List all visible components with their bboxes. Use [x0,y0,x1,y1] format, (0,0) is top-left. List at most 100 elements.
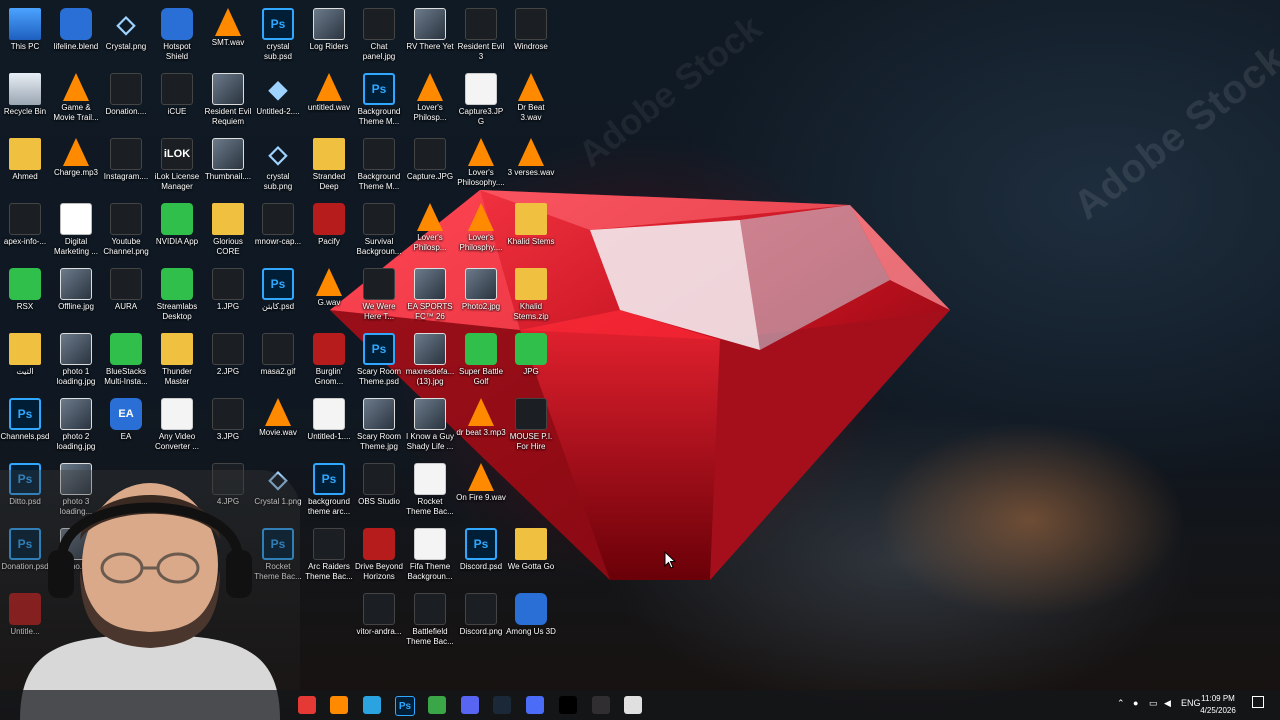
desktop-icon[interactable]: Drive Beyond Horizons [355,528,403,590]
desktop-icon[interactable]: Super Battle Golf [457,333,505,395]
desktop-icon[interactable]: RSX [1,268,49,330]
desktop-icon[interactable]: iLOK iLok License Manager [153,138,201,200]
desktop-icon[interactable]: Any Video Converter ... [153,398,201,460]
desktop-icon[interactable]: Khalid Stems.zip [507,268,555,330]
desktop-icon[interactable]: ◇ crystal sub.png [254,138,302,200]
desktop-icon[interactable]: Lover's Philosophy.... [457,138,505,200]
desktop-icon[interactable]: Discord.png [457,593,505,655]
system-clock[interactable]: 11:09 PM 4/25/2026 [1194,693,1242,717]
desktop-icon[interactable]: Dr Beat 3.wav [507,73,555,135]
desktop-icon[interactable]: We Were Here T... [355,268,403,330]
desktop-icon[interactable]: Instagram.... [102,138,150,200]
desktop-icon[interactable]: photo 1 loading.jpg [52,333,100,395]
desktop-icon[interactable]: Ps crystal sub.psd [254,8,302,70]
network-icon[interactable]: ▭ [1149,698,1158,709]
desktop-icon[interactable]: This PC [1,8,49,70]
desktop-icon[interactable]: On Fire 9.wav [456,463,506,525]
desktop-icon[interactable]: We Gotta Go [507,528,555,590]
desktop-icon[interactable]: Lover's Philosphy.... [457,203,505,265]
game-launcher-icon[interactable] [526,696,544,714]
show-hidden-icons-chevron-icon[interactable]: ⌃ [1117,698,1125,709]
desktop-icon[interactable]: MOUSE P.I. For Hire [507,398,555,460]
desktop-icon[interactable]: BlueStacks Multi-Insta... [102,333,150,395]
desktop-icon[interactable]: Stranded Deep [305,138,353,200]
desktop-icon[interactable]: Fifa Theme Backgroun... [406,528,454,590]
desktop-icon[interactable]: Thumbnail.... [204,138,252,200]
desktop-icon[interactable]: JPG [507,333,555,395]
desktop-icon[interactable]: apex-info-... [1,203,49,265]
desktop-icon[interactable]: Lover's Philosp... [406,73,454,135]
desktop-icon[interactable]: Capture3.JPG [457,73,505,135]
desktop-icon[interactable]: 3.JPG [204,398,252,460]
desktop-icon[interactable]: photo 2 loading.jpg [52,398,100,460]
desktop-icon[interactable]: Movie.wav [254,398,302,460]
desktop-icon[interactable]: Resident Evil Requiem [204,73,252,135]
telegram-icon[interactable] [363,696,381,714]
desktop-icon[interactable]: Log Riders [305,8,353,70]
desktop-icon[interactable]: Thunder Master [153,333,201,395]
vlc-icon[interactable] [330,696,348,714]
desktop-icon[interactable]: untitled.wav [305,73,353,135]
desktop-icon[interactable]: Ps Scary Room Theme.psd [355,333,403,395]
desktop-icon[interactable]: Resident Evil 3 [457,8,505,70]
desktop-icon[interactable]: 3 verses.wav [507,138,555,200]
desktop-icon[interactable]: Ps كابتن.psd [254,268,302,330]
desktop-icon[interactable]: Game & Movie Trail... [52,73,100,135]
desktop-icon[interactable]: vitor-andra... [355,593,403,655]
desktop-icon[interactable]: Photo2.jpg [457,268,505,330]
desktop-icon[interactable]: Arc Raiders Theme Bac... [305,528,353,590]
desktop-icon[interactable]: maxresdefa... (13).jpg [406,333,454,395]
desktop-icon[interactable]: Untitled-1.... [305,398,353,460]
desktop-icon[interactable]: RV There Yet [406,8,454,70]
capcut-icon[interactable] [559,696,577,714]
desktop-icon[interactable]: Windrose [507,8,555,70]
desktop-icon[interactable]: Ahmed [1,138,49,200]
desktop-icon[interactable]: ◇ Crystal.png [102,8,150,70]
desktop-icon[interactable]: Among Us 3D [506,593,556,655]
chrome-icon[interactable] [298,696,316,714]
green-app-icon[interactable] [428,696,446,714]
desktop-icon[interactable]: Digital Marketing ... [52,203,100,265]
desktop-icon[interactable]: Pacify [305,203,353,265]
photoshop-icon[interactable]: Ps [395,696,415,716]
desktop-icon[interactable]: Capture.JPG [406,138,454,200]
desktop-icon[interactable]: Battlefield Theme Bac... [406,593,454,655]
desktop-icon[interactable]: NVIDIA App [153,203,201,265]
desktop-icon[interactable]: Burglin' Gnom... [305,333,353,395]
desktop-icon[interactable]: Ps Background Theme M... [355,73,403,135]
desktop-icon[interactable]: Streamlabs Desktop [153,268,201,330]
desktop-icon[interactable]: Ps background theme arc... [305,463,353,525]
desktop-icon[interactable]: Hotspot Shield [153,8,201,70]
desktop-icon[interactable]: Rocket Theme Bac... [406,463,454,525]
desktop-icon[interactable]: Charge.mp3 [52,138,100,200]
file-explorer-icon[interactable] [624,696,642,714]
desktop-icon[interactable]: Lover's Philosp... [406,203,454,265]
desktop-icon[interactable]: Chat panel.jpg [355,8,403,70]
desktop-icon[interactable]: Recycle Bin [1,73,49,135]
notification-center-icon[interactable] [1252,696,1264,708]
desktop-icon[interactable]: 1.JPG [204,268,252,330]
desktop-icon[interactable]: Donation.... [102,73,150,135]
desktop-icon[interactable]: AURA [102,268,150,330]
desktop-icon[interactable]: OBS Studio [355,463,403,525]
desktop-icon[interactable]: iCUE [153,73,201,135]
desktop-icon[interactable]: Ps Channels.psd [1,398,49,460]
desktop-icon[interactable]: I Know a Guy Shady Life ... [406,398,454,460]
steam-icon[interactable] [493,696,511,714]
desktop-icon[interactable]: 2.JPG [204,333,252,395]
desktop-icon[interactable]: Youtube Channel.png [102,203,150,265]
desktop-icon[interactable]: masa2.gif [254,333,302,395]
desktop-icon[interactable]: EA EA [102,398,150,460]
desktop-icon[interactable]: Ps Discord.psd [457,528,505,590]
desktop-icon[interactable]: EA SPORTS FC™ 26 [406,268,454,330]
discord-icon[interactable] [461,696,479,714]
desktop-icon[interactable]: Survival Backgroun... [355,203,403,265]
desktop-icon[interactable]: Khalid Stems [507,203,555,265]
volume-icon[interactable]: ◀ [1164,698,1171,709]
desktop-icon[interactable]: Background Theme M... [355,138,403,200]
obs-icon[interactable] [592,696,610,714]
desktop-icon[interactable]: lifeline.blend [52,8,100,70]
desktop-icon[interactable]: SMT.wav [204,8,252,70]
microphone-icon[interactable]: ● [1133,698,1138,708]
desktop-icon[interactable]: G.wav [305,268,353,330]
